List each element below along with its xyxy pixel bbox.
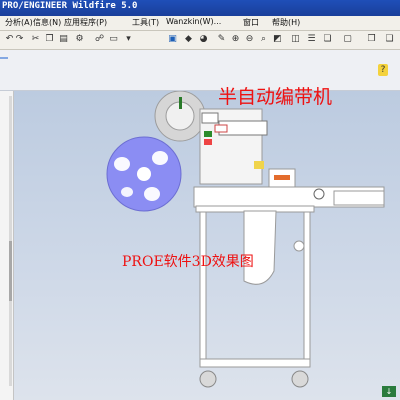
machine-body <box>193 108 385 208</box>
menu-info[interactable]: 信息(N) <box>33 17 61 28</box>
secondary-toolbar: ? <box>0 50 400 91</box>
datum-display-icon[interactable]: ❒ <box>366 34 377 45</box>
panel-scrollbar[interactable] <box>0 91 13 400</box>
regenerate-icon[interactable]: ⚙ <box>74 34 85 45</box>
spin-center-icon[interactable]: ❑ <box>384 34 395 45</box>
layers-icon[interactable]: ☰ <box>306 34 317 45</box>
find-icon[interactable]: ☍ <box>94 34 105 45</box>
zoom-in-icon[interactable]: ⊕ <box>230 34 241 45</box>
menu-wanzkin[interactable]: Wanzkin(W)... <box>166 17 221 26</box>
main-toolbar: ↶ ↷ ✂ ❐ ▤ ⚙ ☍ ▭ ▾ ▣ ◆ ◕ ✎ ⊕ ⊖ ⌕ ◩ ◫ ☰ ❏ … <box>0 31 400 50</box>
redo-icon[interactable]: ↷ <box>14 34 25 45</box>
tape-reel <box>106 136 182 212</box>
model-tree-icon[interactable]: ❏ <box>322 34 333 45</box>
menu-analysis[interactable]: 分析(A) <box>5 17 33 28</box>
copy-icon[interactable]: ❐ <box>44 34 55 45</box>
menu-applications[interactable]: 应用程序(P) <box>64 17 107 28</box>
spin-icon[interactable]: ◕ <box>198 34 209 45</box>
window-title: PRO/ENGINEER Wildfire 5.0 <box>2 1 138 11</box>
cover-tape-reel <box>154 91 206 142</box>
menu-tools[interactable]: 工具(T) <box>132 17 159 28</box>
machine-frame <box>195 205 315 388</box>
paste-icon[interactable]: ▤ <box>58 34 69 45</box>
select-box-icon[interactable]: ▭ <box>108 34 119 45</box>
saved-view-icon[interactable]: ◫ <box>290 34 301 45</box>
window-icon[interactable]: ▢ <box>342 34 353 45</box>
model-name-label: 半自动编带机 <box>218 86 333 108</box>
shading-icon[interactable]: ◩ <box>272 34 283 45</box>
orient-icon[interactable]: ◆ <box>183 34 194 45</box>
chevron-down-icon[interactable]: ▾ <box>123 34 134 45</box>
menu-window[interactable]: 窗口 <box>243 17 259 28</box>
refit-icon[interactable]: ⌕ <box>258 34 269 45</box>
help-icon[interactable]: ? <box>378 64 388 76</box>
view-icon[interactable]: ▣ <box>167 34 178 45</box>
title-bar: PRO/ENGINEER Wildfire 5.0 <box>0 0 400 16</box>
machine-model <box>106 91 385 388</box>
repaint-icon[interactable]: ✎ <box>216 34 227 45</box>
menu-bar: 分析(A) 信息(N) 应用程序(P) 工具(T) Wanzkin(W)... … <box>0 16 400 31</box>
cut-icon[interactable]: ✂ <box>30 34 41 45</box>
caption-label: PROE软件3D效果图 <box>122 254 254 270</box>
status-indicator-icon[interactable]: ↓ <box>382 386 396 397</box>
menu-help[interactable]: 帮助(H) <box>272 17 300 28</box>
graphics-window[interactable]: 半自动编带机 PROE软件3D效果图 ↓ <box>14 86 400 400</box>
model-tree-panel <box>0 91 14 400</box>
zoom-out-icon[interactable]: ⊖ <box>244 34 255 45</box>
